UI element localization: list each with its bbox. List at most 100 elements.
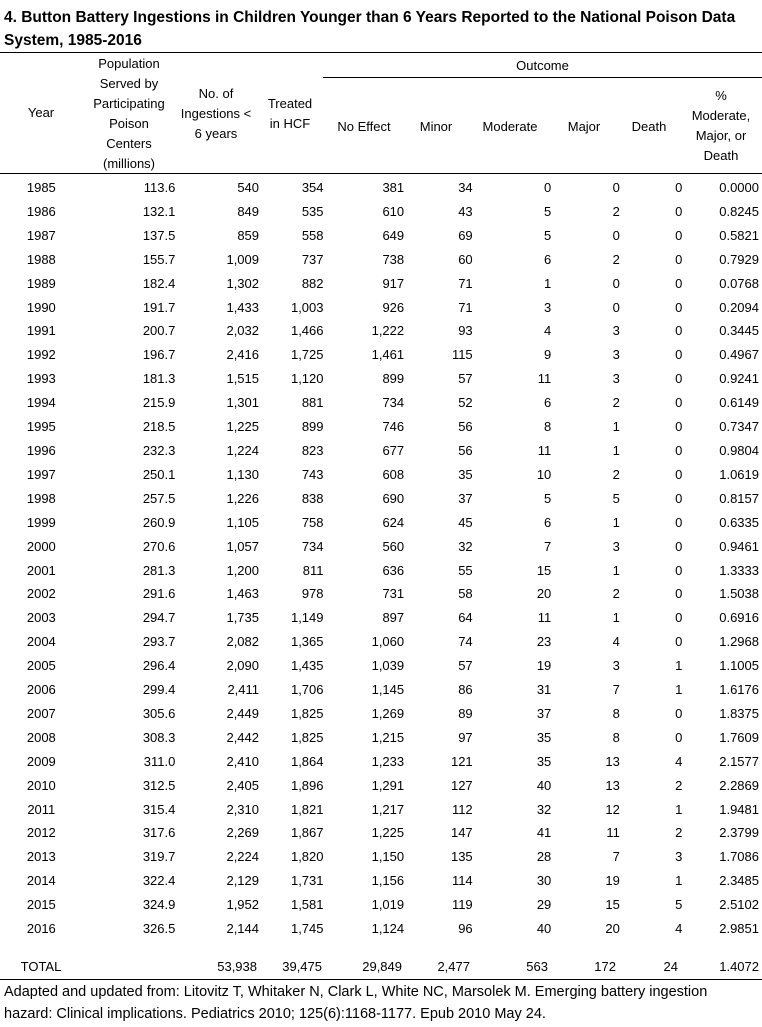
cell-pct: 1.6176 [719, 682, 759, 698]
cell-treated: 743 [301, 466, 324, 482]
cell-year: 2001 [26, 562, 56, 578]
cell-treated: 1,365 [290, 634, 324, 650]
header-death: Death [631, 119, 667, 134]
cell-ingestions: 2,144 [226, 921, 260, 937]
cell-minor: 58 [458, 586, 473, 602]
cell-treated: 1,725 [290, 347, 324, 363]
cell-pct: 1.5038 [719, 586, 759, 602]
cell-population: 232.3 [142, 442, 176, 458]
cell-treated: 811 [302, 562, 324, 578]
cell-pct: 1.8375 [719, 705, 759, 721]
cell-no-effect: 560 [382, 538, 405, 554]
cell-minor: 32 [458, 538, 473, 554]
cell-minor: 52 [458, 395, 473, 411]
cell-pct: 1.0619 [719, 466, 759, 482]
cell-minor: 56 [458, 442, 473, 458]
cell-major: 5 [612, 490, 620, 506]
cell-ingestions: 1,224 [226, 442, 260, 458]
total-major: 172 [594, 959, 616, 974]
cell-ingestions: 540 [237, 180, 260, 195]
cell-major: 1 [612, 610, 620, 626]
cell-treated: 1,896 [290, 777, 324, 793]
cell-major: 2 [612, 203, 620, 219]
source-footnote: Adapted and updated from: Litovitz T, Wh… [4, 984, 708, 1022]
cell-population: 260.9 [142, 514, 176, 530]
cell-major: 0 [612, 227, 620, 243]
table-row: 1990 191.7 1,433 1,003 926 71 3 0 0 0.2094 [0, 296, 762, 320]
total-treated: 39,475 [282, 959, 322, 974]
cell-no-effect: 608 [382, 466, 405, 482]
cell-moderate: 19 [536, 658, 552, 674]
cell-no-effect: 1,233 [371, 753, 405, 769]
table-row: 2012 317.6 2,269 1,867 1,225 147 41 11 2 2.3799 [0, 821, 762, 845]
table-row: 2007 305.6 2,449 1,825 1,269 89 37 8 0 1.8375 [0, 702, 762, 726]
table-row: 2005 296.4 2,090 1,435 1,039 57 19 3 1 1.1005 [0, 654, 762, 678]
cell-population: 322.4 [142, 873, 176, 889]
header-treated: Treated in HCF [267, 96, 313, 131]
cell-moderate: 11 [537, 442, 552, 458]
cell-population: 250.1 [142, 466, 176, 482]
cell-population: 312.5 [142, 777, 176, 793]
header-ingestions: No. of Ingestions < 6 years [180, 86, 252, 141]
table-row: 2016 326.5 2,144 1,745 1,124 96 40 20 4 2.9851 [0, 917, 762, 941]
cell-moderate: 7 [544, 538, 552, 554]
cell-pct: 2.5102 [719, 897, 759, 913]
cell-major: 13 [605, 753, 620, 769]
header-top-rule [0, 52, 762, 53]
table-row: 2011 315.4 2,310 1,821 1,217 112 32 12 1 1.9481 [0, 798, 762, 822]
cell-no-effect: 1,150 [371, 849, 405, 865]
cell-treated: 558 [301, 227, 324, 243]
cell-no-effect: 690 [382, 490, 405, 506]
cell-year: 2004 [26, 634, 56, 650]
cell-population: 315.4 [142, 801, 176, 817]
cell-moderate: 23 [536, 634, 552, 650]
cell-year: 2012 [26, 825, 56, 841]
cell-treated: 1,825 [290, 705, 324, 721]
cell-death: 0 [675, 227, 683, 243]
cell-major: 19 [605, 873, 620, 889]
cell-year: 1986 [26, 203, 56, 219]
footer-rule [0, 979, 762, 980]
total-minor: 2,477 [437, 959, 470, 974]
cell-death: 0 [675, 634, 683, 650]
cell-major: 1 [612, 562, 620, 578]
cell-minor: 127 [450, 777, 473, 793]
cell-ingestions: 2,224 [226, 849, 260, 865]
cell-year: 1994 [26, 395, 56, 411]
cell-major: 1 [612, 419, 620, 435]
cell-ingestions: 1,463 [226, 586, 260, 602]
cell-moderate: 0 [544, 180, 552, 195]
cell-ingestions: 1,226 [226, 490, 260, 506]
cell-death: 1 [675, 873, 683, 889]
cell-death: 0 [675, 705, 683, 721]
cell-year: 1988 [26, 251, 56, 267]
cell-death: 0 [675, 729, 683, 745]
cell-population: 281.3 [142, 562, 176, 578]
cell-year: 2016 [26, 921, 56, 937]
table-row: 1985 113.6 540 354 381 34 0 0 0 0.0000 [0, 176, 762, 200]
cell-major: 13 [605, 777, 620, 793]
cell-minor: 55 [458, 562, 473, 578]
cell-pct: 0.4967 [719, 347, 759, 363]
cell-population: 113.6 [143, 180, 176, 195]
cell-moderate: 6 [544, 514, 552, 530]
cell-treated: 1,149 [290, 610, 324, 626]
cell-population: 291.6 [142, 586, 176, 602]
table-row: 1988 155.7 1,009 737 738 60 6 2 0 0.7929 [0, 248, 762, 272]
table-title: 4. Button Battery Ingestions in Children… [4, 9, 736, 49]
table-row: 1996 232.3 1,224 823 677 56 11 1 0 0.9804 [0, 439, 762, 463]
cell-year: 2006 [26, 682, 56, 698]
cell-no-effect: 624 [382, 514, 405, 530]
cell-death: 2 [675, 777, 683, 793]
cell-treated: 978 [301, 586, 324, 602]
cell-major: 4 [612, 634, 620, 650]
cell-treated: 881 [301, 395, 324, 411]
cell-treated: 882 [301, 275, 324, 291]
table-row: 1987 137.5 859 558 649 69 5 0 0 0.5821 [0, 224, 762, 248]
cell-year: 2000 [26, 538, 56, 554]
cell-year: 2013 [26, 849, 56, 865]
cell-treated: 1,731 [290, 873, 324, 889]
cell-no-effect: 897 [382, 610, 405, 626]
cell-no-effect: 1,222 [371, 323, 405, 339]
cell-ingestions: 1,225 [226, 419, 260, 435]
